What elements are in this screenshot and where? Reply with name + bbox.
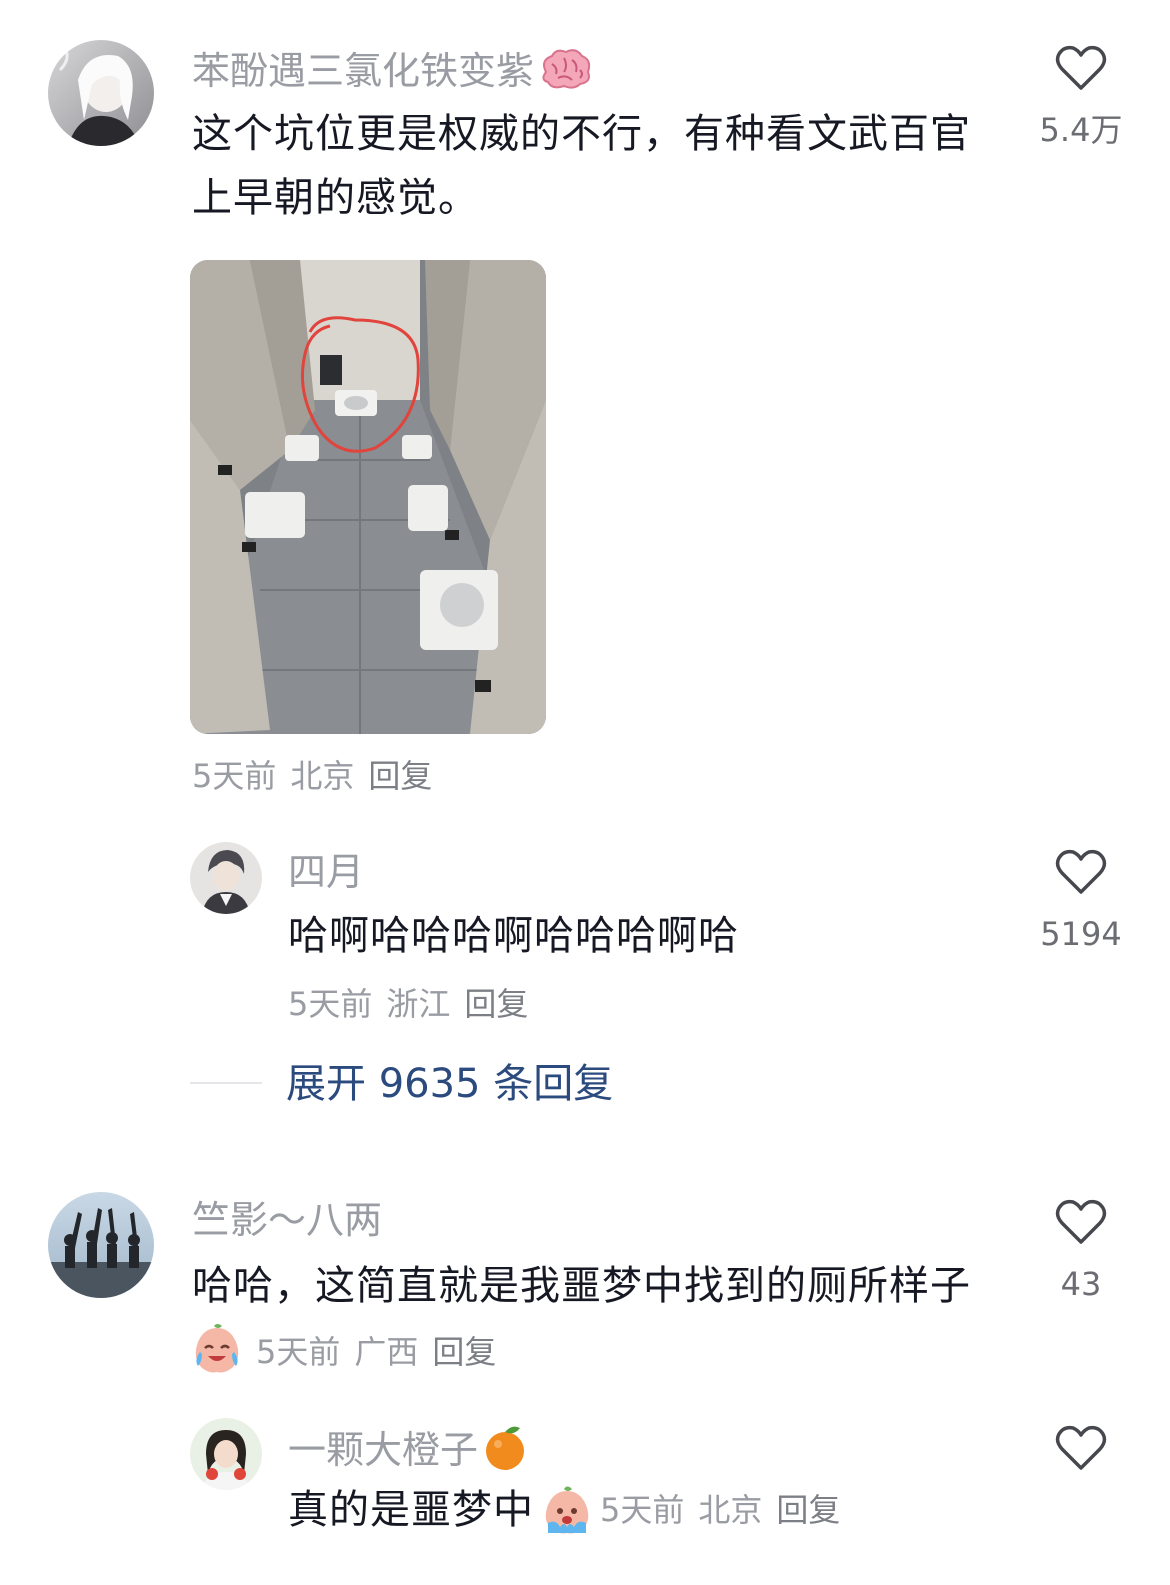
comment-time: 5天前 (256, 1333, 341, 1371)
reply-button[interactable]: 回复 (776, 1491, 840, 1529)
comment-text: 哈哈，这简直就是我噩梦中找到的厕所样子 (192, 1263, 971, 1309)
username[interactable]: 竺影～八两 (192, 1198, 382, 1242)
like-button[interactable]: 5.4万 (1026, 44, 1136, 150)
comment-meta: 5天前 北京 回复 (192, 756, 446, 796)
comment-location: 北京 (290, 757, 355, 795)
comment-meta: 5天前 广西 回复 (256, 1332, 510, 1372)
reply-button[interactable]: 回复 (432, 1333, 496, 1371)
like-count: 5.4万 (1039, 111, 1123, 149)
orange-icon (482, 1424, 528, 1481)
heart-icon (1055, 1199, 1107, 1244)
avatar[interactable] (48, 1192, 154, 1298)
crying-laughing-peach-icon (190, 1322, 244, 1376)
like-button[interactable]: 43 (1026, 1198, 1136, 1304)
comment-text: 哈啊哈哈哈啊哈哈哈啊哈 (288, 913, 739, 959)
comment-image[interactable] (190, 260, 546, 734)
crying-peach-icon (540, 1483, 594, 1537)
like-count: 5194 (1040, 915, 1122, 953)
comment-time: 5天前 (288, 985, 373, 1023)
reply-button[interactable]: 回复 (464, 985, 528, 1023)
comment-meta: 5天前 浙江 回复 (288, 984, 542, 1024)
avatar[interactable] (190, 842, 262, 914)
username[interactable]: 苯酚遇三氯化铁变紫 (192, 48, 592, 99)
comment-time: 5天前 (192, 757, 277, 795)
like-button[interactable]: 5194 (1026, 848, 1136, 954)
comment-location: 北京 (698, 1491, 763, 1529)
comment-text: 这个坑位更是权威的不行，有种看文武百官 上早朝的感觉。 (192, 111, 971, 221)
comment-time: 5天前 (600, 1491, 685, 1529)
comment-location: 浙江 (386, 985, 451, 1023)
expand-replies-button[interactable]: 展开 9635 条回复 (286, 1060, 613, 1108)
brain-icon (538, 48, 592, 99)
heart-icon (1055, 1425, 1107, 1470)
avatar[interactable] (48, 40, 154, 146)
comment-row: 真的是噩梦中 5天前 北京 回复 (288, 1478, 854, 1542)
username[interactable]: 四月 (288, 850, 364, 894)
heart-icon (1055, 849, 1107, 894)
heart-icon (1055, 45, 1107, 90)
comment-location: 广西 (354, 1333, 419, 1371)
comment-text: 真的是噩梦中 (288, 1487, 534, 1533)
divider (190, 1082, 262, 1084)
reply-button[interactable]: 回复 (368, 757, 432, 795)
like-button[interactable] (1026, 1424, 1136, 1472)
username[interactable]: 一颗大橙子 (288, 1424, 528, 1481)
avatar[interactable] (190, 1418, 262, 1490)
like-count: 43 (1060, 1265, 1102, 1303)
